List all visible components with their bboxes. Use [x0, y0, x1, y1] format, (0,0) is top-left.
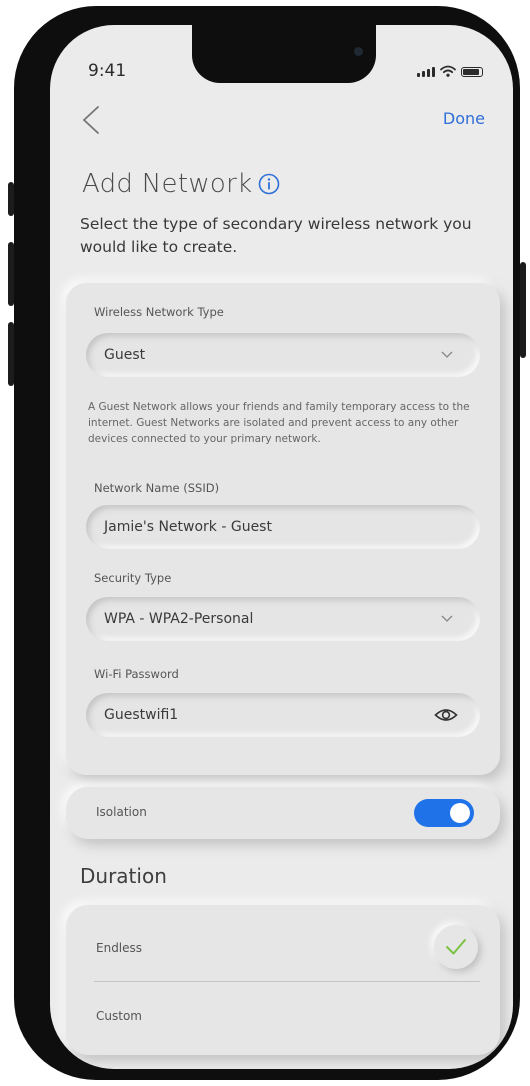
- divider: [94, 981, 480, 982]
- security-type-label: Security Type: [94, 571, 172, 585]
- phone-frame: 9:41 Done Add Network Select the type of…: [8, 6, 526, 1080]
- toggle-knob: [450, 803, 470, 823]
- screen: 9:41 Done Add Network Select the type of…: [50, 25, 513, 1069]
- info-icon[interactable]: [258, 173, 280, 195]
- wifi-icon: [440, 65, 456, 77]
- password-value: Guestwifi1: [104, 707, 179, 723]
- camera-icon: [354, 47, 363, 56]
- selected-indicator[interactable]: [434, 925, 478, 969]
- page-title: Add Network: [82, 169, 253, 199]
- mute-switch: [8, 182, 14, 216]
- password-input[interactable]: Guestwifi1: [86, 693, 480, 737]
- password-label: Wi-Fi Password: [94, 667, 179, 681]
- status-icons: [417, 65, 483, 77]
- chevron-down-icon: [441, 351, 453, 358]
- security-type-select[interactable]: WPA - WPA2-Personal: [86, 597, 480, 641]
- signal-icon: [417, 67, 435, 77]
- notch: [192, 25, 376, 83]
- battery-icon: [461, 67, 483, 77]
- check-icon: [446, 939, 466, 955]
- isolation-toggle[interactable]: [414, 799, 474, 827]
- network-type-description: A Guest Network allows your friends and …: [88, 401, 470, 445]
- network-type-label: Wireless Network Type: [94, 305, 224, 319]
- duration-heading: Duration: [80, 864, 167, 888]
- security-type-value: WPA - WPA2-Personal: [104, 611, 254, 627]
- network-type-value: Guest: [104, 347, 146, 363]
- done-button[interactable]: Done: [443, 109, 485, 128]
- duration-option-endless[interactable]: Endless: [96, 941, 142, 955]
- chevron-down-icon: [441, 615, 453, 622]
- isolation-label: Isolation: [96, 805, 147, 819]
- network-name-input[interactable]: Jamie's Network - Guest: [86, 505, 480, 549]
- power-button: [520, 262, 526, 358]
- isolation-card: Isolation: [66, 787, 500, 839]
- duration-card: Endless Custom: [66, 905, 500, 1055]
- volume-down-button: [8, 322, 14, 386]
- title-row: Add Network: [82, 169, 280, 199]
- volume-up-button: [8, 242, 14, 306]
- eye-icon[interactable]: [434, 706, 458, 724]
- duration-option-custom[interactable]: Custom: [96, 1009, 142, 1023]
- network-name-value: Jamie's Network - Guest: [104, 519, 272, 535]
- network-settings-card: Wireless Network Type Guest A Guest Netw…: [66, 283, 500, 775]
- back-chevron-icon[interactable]: [80, 105, 104, 135]
- page-subtitle: Select the type of secondary wireless ne…: [80, 215, 472, 256]
- network-name-label: Network Name (SSID): [94, 481, 220, 495]
- status-time: 9:41: [88, 61, 127, 81]
- network-type-select[interactable]: Guest: [86, 333, 480, 377]
